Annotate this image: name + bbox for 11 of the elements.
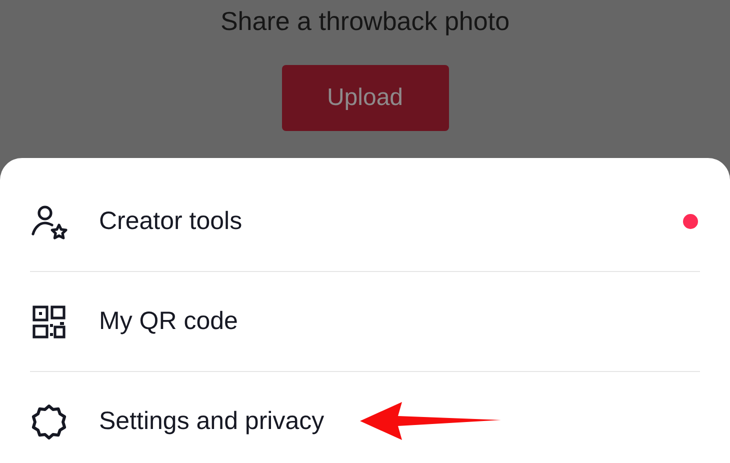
upload-button[interactable]: Upload xyxy=(282,65,448,131)
menu-item[interactable]: Creator tools xyxy=(30,172,700,272)
qr-code-icon xyxy=(30,302,68,340)
person-star-icon xyxy=(30,202,68,240)
menu-item-label: My QR code xyxy=(99,307,238,336)
menu-item-label: Creator tools xyxy=(99,207,242,236)
settings-icon xyxy=(30,402,68,440)
menu-item[interactable]: My QR code xyxy=(30,272,700,372)
page-title: Share a throwback photo xyxy=(220,6,510,36)
menu-item[interactable]: Settings and privacy xyxy=(30,372,700,463)
menu-item-label: Settings and privacy xyxy=(99,407,324,436)
